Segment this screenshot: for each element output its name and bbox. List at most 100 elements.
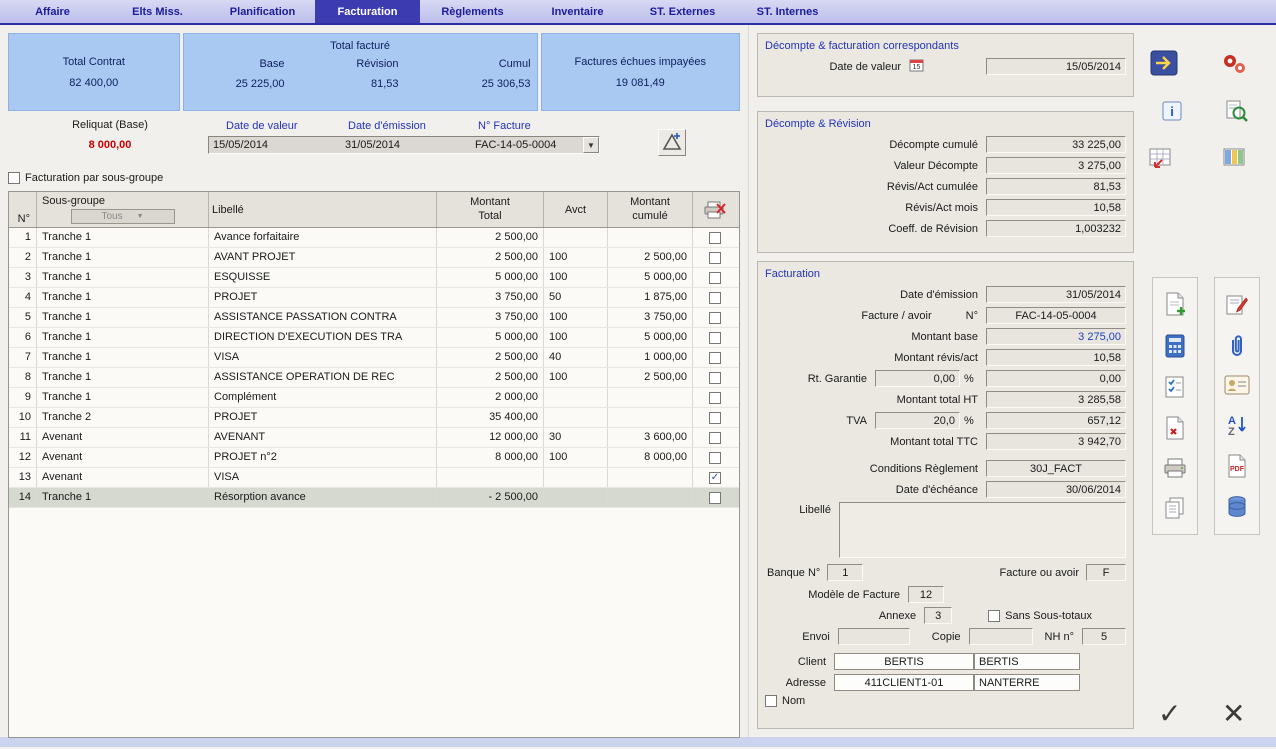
tab-planification[interactable]: Planification — [210, 0, 315, 23]
delta-add-button[interactable] — [658, 129, 686, 156]
table-row[interactable]: 1Tranche 1Avance forfaitaire2 500,00 — [9, 228, 739, 248]
nom-checkbox[interactable] — [765, 695, 777, 707]
info-icon[interactable]: i — [1162, 101, 1182, 121]
table-row[interactable]: 10Tranche 2PROJET35 400,00 — [9, 408, 739, 428]
table-row[interactable]: 14Tranche 1Résorption avance- 2 500,00 — [9, 488, 739, 508]
col-libelle[interactable]: Libellé — [209, 192, 437, 227]
row-print-checkbox[interactable] — [709, 312, 721, 324]
sort-az-icon[interactable]: A Z — [1225, 413, 1249, 437]
rt-garantie-pct-field[interactable]: 0,00 — [875, 370, 960, 387]
pdf-icon[interactable]: PDF — [1226, 454, 1248, 478]
decompte-field-value[interactable]: 81,53 — [986, 178, 1126, 195]
selector-date-valeur[interactable]: 15/05/2014 — [209, 139, 341, 151]
edit-document-icon[interactable] — [1225, 293, 1249, 317]
banque-field[interactable]: 1 — [827, 564, 863, 581]
row-print-checkbox[interactable] — [709, 412, 721, 424]
database-icon[interactable] — [1226, 495, 1248, 519]
table-row[interactable]: 5Tranche 1ASSISTANCE PASSATION CONTRA3 7… — [9, 308, 739, 328]
facture-numero-field[interactable]: FAC-14-05-0004 — [986, 307, 1126, 324]
calendar-icon[interactable]: 15 — [909, 58, 924, 75]
table-export-icon[interactable] — [1148, 147, 1173, 170]
print-icon[interactable] — [1163, 457, 1187, 479]
date-emission-field[interactable]: 31/05/2014 — [986, 286, 1126, 303]
echeance-field[interactable]: 30/06/2014 — [986, 481, 1126, 498]
table-row[interactable]: 11AvenantAVENANT12 000,00303 600,00 — [9, 428, 739, 448]
tva-field[interactable]: 657,12 — [986, 412, 1126, 429]
row-print-checkbox[interactable] — [709, 272, 721, 284]
col-montant-total[interactable]: MontantTotal — [437, 192, 544, 227]
invoice-combo-field[interactable]: 15/05/2014 31/05/2014 FAC-14-05-0004 ▼ — [208, 136, 600, 154]
table-row[interactable]: 12AvenantPROJET n°28 000,001008 000,00 — [9, 448, 739, 468]
col-avct[interactable]: Avct — [544, 192, 608, 227]
decompte-field-value[interactable]: 3 275,00 — [986, 157, 1126, 174]
copy-document-icon[interactable] — [1163, 496, 1187, 520]
tab-facturation[interactable]: Facturation — [315, 0, 420, 23]
row-print-checkbox[interactable] — [709, 372, 721, 384]
copie-field[interactable] — [969, 628, 1033, 645]
libelle-textarea[interactable] — [839, 502, 1126, 558]
montant-revisact-field[interactable]: 10,58 — [986, 349, 1126, 366]
client-code-field[interactable]: BERTIS — [834, 653, 974, 670]
tab-inventaire[interactable]: Inventaire — [525, 0, 630, 23]
table-columns-icon[interactable] — [1222, 147, 1247, 170]
col-num[interactable]: N° — [9, 192, 37, 227]
table-row[interactable]: 8Tranche 1ASSISTANCE OPERATION DE REC2 5… — [9, 368, 739, 388]
tab-st-internes[interactable]: ST. Internes — [735, 0, 840, 23]
table-row[interactable]: 4Tranche 1PROJET3 750,00501 875,00 — [9, 288, 739, 308]
table-row[interactable]: 13AvenantVISA✓ — [9, 468, 739, 488]
tva-pct-field[interactable]: 20,0 — [875, 412, 960, 429]
row-print-checkbox[interactable] — [709, 332, 721, 344]
row-print-checkbox[interactable]: ✓ — [709, 472, 721, 484]
annexe-field[interactable]: 3 — [924, 607, 952, 624]
facture-ou-avoir-field[interactable]: F — [1086, 564, 1126, 581]
col-sous-groupe[interactable]: Sous-groupe Tous▼ — [37, 192, 209, 227]
contact-card-icon[interactable] — [1224, 375, 1250, 395]
adresse-code-field[interactable]: 411CLIENT1-01 — [834, 674, 974, 691]
montant-ht-field[interactable]: 3 285,58 — [986, 391, 1126, 408]
nh-field[interactable]: 5 — [1082, 628, 1126, 645]
calculator-icon[interactable] — [1165, 334, 1185, 358]
client-name-field[interactable]: BERTIS — [974, 653, 1080, 670]
montant-base-field[interactable]: 3 275,00 — [986, 328, 1126, 345]
table-row[interactable]: 9Tranche 1Complément2 000,00 — [9, 388, 739, 408]
table-row[interactable]: 3Tranche 1ESQUISSE5 000,001005 000,00 — [9, 268, 739, 288]
table-row[interactable]: 2Tranche 1AVANT PROJET2 500,001002 500,0… — [9, 248, 739, 268]
table-row[interactable]: 7Tranche 1VISA2 500,00401 000,00 — [9, 348, 739, 368]
row-print-checkbox[interactable] — [709, 292, 721, 304]
tab-affaire[interactable]: Affaire — [0, 0, 105, 23]
tab-elts-miss[interactable]: Elts Miss. — [105, 0, 210, 23]
new-document-icon[interactable] — [1164, 292, 1187, 317]
tab-r-glements[interactable]: Règlements — [420, 0, 525, 23]
decompte-field-value[interactable]: 10,58 — [986, 199, 1126, 216]
row-print-checkbox[interactable] — [709, 352, 721, 364]
row-print-checkbox[interactable] — [709, 452, 721, 464]
attachment-icon[interactable] — [1227, 334, 1247, 358]
sous-groupe-filter-select[interactable]: Tous▼ — [71, 209, 175, 224]
row-print-checkbox[interactable] — [709, 432, 721, 444]
no-print-icon[interactable] — [693, 192, 737, 227]
adresse-ville-field[interactable]: NANTERRE — [974, 674, 1080, 691]
validate-button[interactable]: ✓ — [1158, 697, 1181, 730]
settings-gears-icon[interactable] — [1220, 52, 1248, 76]
selector-date-emission[interactable]: 31/05/2014 — [341, 139, 471, 151]
row-print-checkbox[interactable] — [709, 392, 721, 404]
checklist-icon[interactable] — [1164, 375, 1186, 399]
invoice-dropdown-button[interactable]: ▼ — [583, 137, 599, 153]
row-print-checkbox[interactable] — [709, 252, 721, 264]
montant-ttc-field[interactable]: 3 942,70 — [986, 433, 1126, 450]
sans-sous-totaux-checkbox[interactable] — [988, 610, 1000, 622]
envoi-field[interactable] — [838, 628, 910, 645]
table-row[interactable]: 6Tranche 1DIRECTION D'EXECUTION DES TRA5… — [9, 328, 739, 348]
tab-st-externes[interactable]: ST. Externes — [630, 0, 735, 23]
col-montant-cumule[interactable]: Montantcumulé — [608, 192, 693, 227]
search-document-icon[interactable] — [1224, 99, 1249, 123]
export-icon[interactable] — [1150, 50, 1178, 76]
modele-field[interactable]: 12 — [908, 586, 944, 603]
decompte-field-value[interactable]: 33 225,00 — [986, 136, 1126, 153]
cancel-button[interactable]: ✕ — [1222, 697, 1245, 730]
facturation-sous-groupe-checkbox[interactable] — [8, 172, 20, 184]
selector-num-facture[interactable]: FAC-14-05-0004 — [471, 139, 583, 151]
decompte-field-value[interactable]: 1,003232 — [986, 220, 1126, 237]
conditions-field[interactable]: 30J_FACT — [986, 460, 1126, 477]
rt-garantie-field[interactable]: 0,00 — [986, 370, 1126, 387]
